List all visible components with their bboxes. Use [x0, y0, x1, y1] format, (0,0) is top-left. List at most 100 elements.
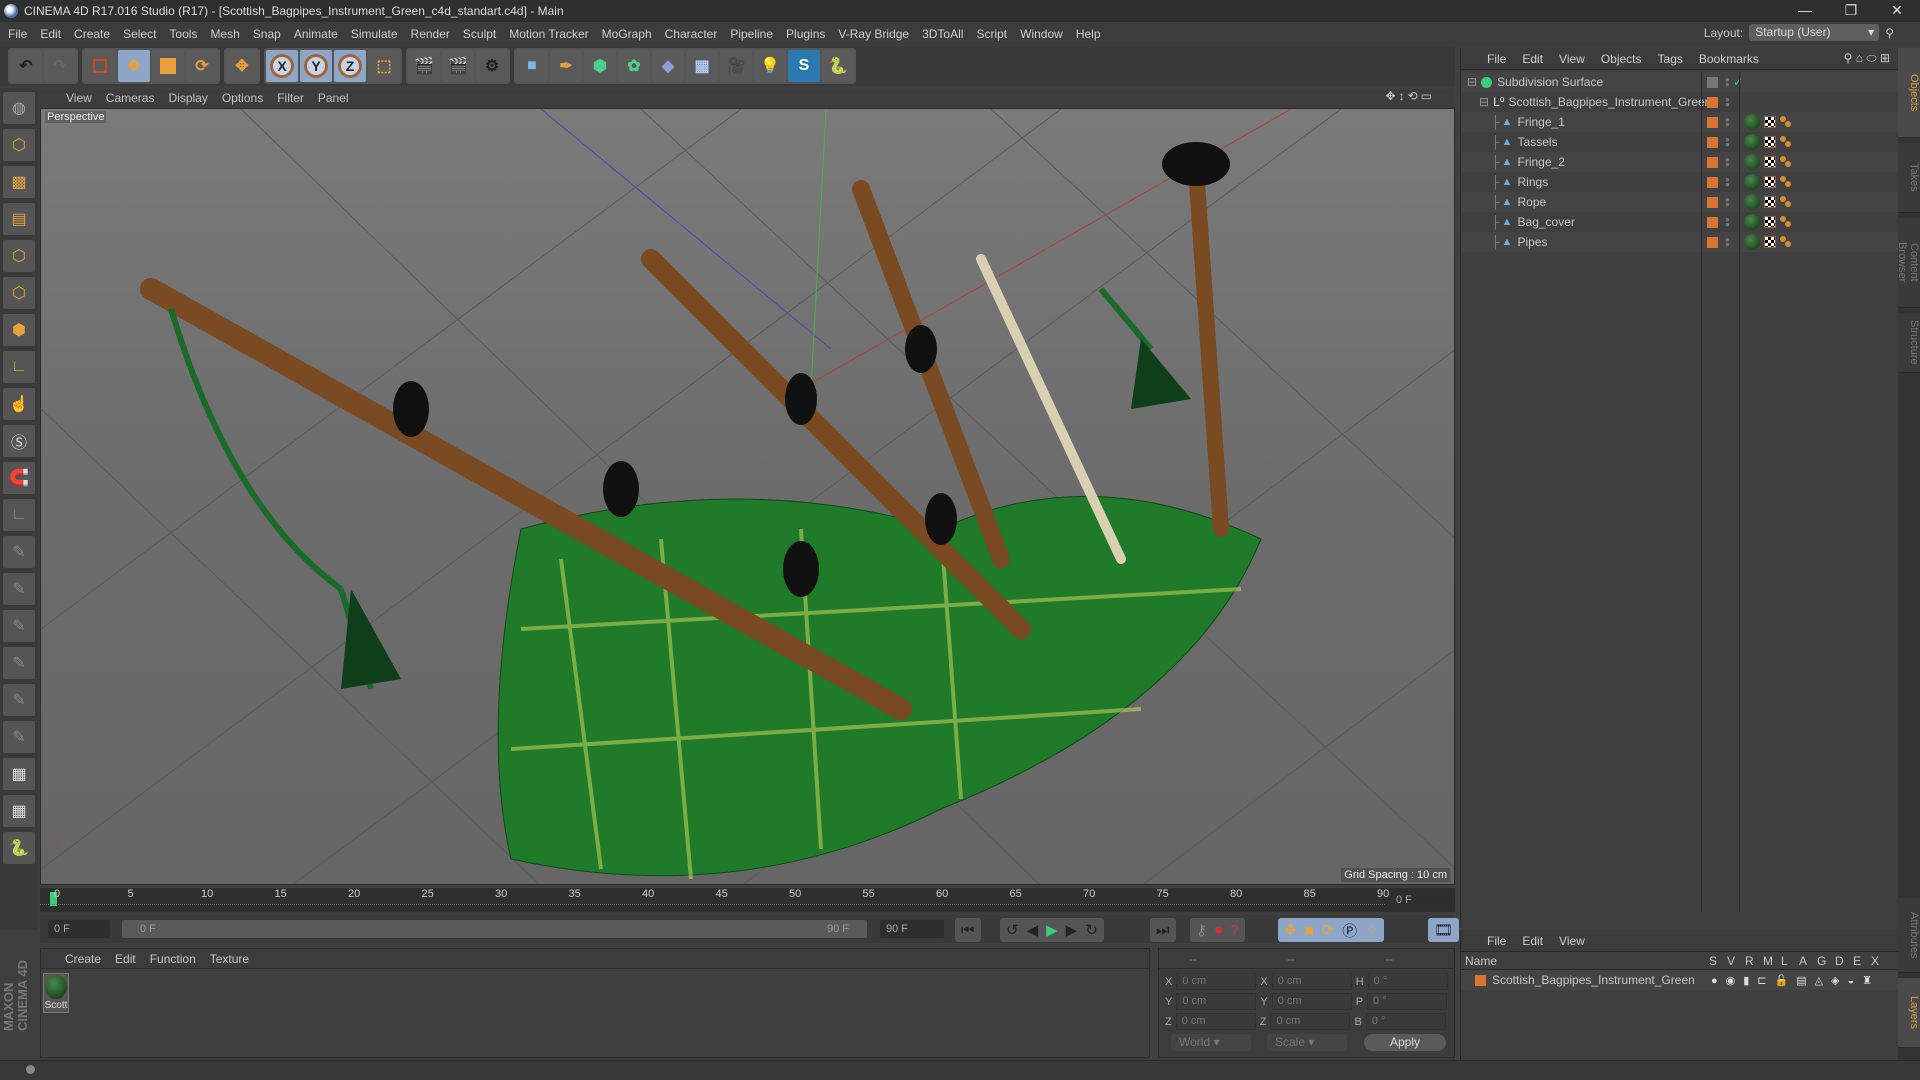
uvw-tag-icon[interactable] [1764, 176, 1776, 188]
model-mode-button[interactable]: ⬡ [3, 129, 35, 161]
uvw-tag-icon[interactable] [1764, 216, 1776, 228]
phong-tag-icon[interactable] [1780, 136, 1792, 148]
layer-column-x[interactable]: X [1871, 954, 1879, 968]
cloner-button[interactable]: ✿ [618, 50, 650, 82]
sculpt-tool-1[interactable]: ✎ [3, 536, 35, 568]
visibility-dots-icon[interactable]: ● ● [1725, 196, 1730, 209]
visibility-dots-icon[interactable]: ● ● [1725, 76, 1730, 89]
workplane-button[interactable]: ▦ [3, 795, 35, 827]
menu-simulate[interactable]: Simulate [351, 27, 398, 41]
key-pla-button[interactable]: ⁘ [1365, 921, 1378, 939]
layer-swatch[interactable] [1707, 96, 1718, 108]
live-selection-tool[interactable] [84, 50, 116, 82]
layer-menu-view[interactable]: View [1559, 934, 1585, 948]
sculpt-tool-4[interactable]: ✎ [3, 647, 35, 679]
menu-plugins[interactable]: Plugins [786, 27, 825, 41]
visibility-dots-icon[interactable]: ● ● [1725, 216, 1730, 229]
end-frame-field[interactable]: 90 F [880, 920, 944, 938]
viewport-menu-display[interactable]: Display [168, 91, 207, 105]
render-settings-button[interactable]: ⚙ [476, 50, 508, 82]
object-manager-tools-icons[interactable]: ⚲ ⌂ ⬭ ⊞ [1844, 51, 1890, 66]
object-menu-view[interactable]: View [1559, 52, 1585, 66]
rotation-p-field[interactable]: 0 ° [1367, 993, 1448, 1010]
sculpt-tool-5[interactable]: ✎ [3, 684, 35, 716]
next-frame-button[interactable]: ▶ [1066, 921, 1078, 939]
phong-tag-icon[interactable] [1780, 176, 1792, 188]
object-row[interactable]: ├ ▲ Rings ● ● [1461, 172, 1898, 192]
visibility-dots-icon[interactable]: ● ● [1725, 156, 1730, 169]
menu-script[interactable]: Script [976, 27, 1007, 41]
object-row[interactable]: ⊟ L⁰ Scottish_Bagpipes_Instrument_Green ● ● [1461, 92, 1898, 112]
redo-button[interactable]: ↷ [44, 50, 76, 82]
layer-column-v[interactable]: V [1727, 954, 1735, 968]
layer-column-l[interactable]: L [1781, 954, 1788, 968]
material-menu-texture[interactable]: Texture [210, 952, 249, 966]
position-z-field[interactable]: 0 cm [1175, 1013, 1256, 1030]
floor-button[interactable]: ▦ [686, 50, 718, 82]
object-menu-file[interactable]: File [1487, 52, 1506, 66]
minimize-button[interactable]: — [1782, 0, 1828, 22]
viewport-perspective[interactable]: Perspective Grid Spacing : 10 cm ⊹ [40, 108, 1455, 885]
light-button[interactable]: 💡 [754, 50, 786, 82]
layer-column-m[interactable]: M [1763, 954, 1773, 968]
apply-button[interactable]: Apply [1364, 1034, 1446, 1051]
menu-character[interactable]: Character [665, 27, 718, 41]
layer-swatch[interactable] [1707, 216, 1718, 228]
viewport-navigation-icons[interactable]: ✥↕⟲▭ [1386, 89, 1435, 103]
sculpt-tool-3[interactable]: ✎ [3, 610, 35, 642]
menu-edit[interactable]: Edit [40, 27, 61, 41]
rotation-b-field[interactable]: 0 ° [1365, 1013, 1446, 1030]
viewport-menu-view[interactable]: View [66, 91, 92, 105]
viewport-menu-options[interactable]: Options [222, 91, 263, 105]
layer-swatch[interactable] [1707, 116, 1718, 128]
key-scale-button[interactable]: ■ [1305, 922, 1314, 939]
search-icon[interactable]: ⚲ [1885, 26, 1894, 40]
phong-tag-icon[interactable] [1780, 196, 1792, 208]
key-position-button[interactable]: ✥ [1284, 921, 1297, 939]
visibility-dots-icon[interactable]: ● ● [1725, 116, 1730, 129]
transform-mode-dropdown[interactable]: Scale ▾ [1267, 1034, 1347, 1051]
menu-render[interactable]: Render [411, 27, 450, 41]
coordinate-space-dropdown[interactable]: World ▾ [1171, 1034, 1251, 1051]
tweak-mode-button[interactable]: ☝ [3, 388, 35, 420]
layer-column-g[interactable]: G [1817, 954, 1826, 968]
menu-create[interactable]: Create [74, 27, 110, 41]
menu-select[interactable]: Select [123, 27, 156, 41]
snap-button[interactable]: 🧲 [3, 462, 35, 494]
polygons-mode-button[interactable]: ⬢ [3, 314, 35, 346]
cube-primitive-button[interactable]: ■ [516, 50, 548, 82]
grid-button[interactable]: ▦ [3, 758, 35, 790]
pen-spline-button[interactable]: ✒ [550, 50, 582, 82]
layer-menu-file[interactable]: File [1487, 934, 1506, 948]
workplane-mode-button[interactable]: ▤ [3, 203, 35, 235]
material-menu-edit[interactable]: Edit [115, 952, 136, 966]
side-tab-attributes[interactable]: Attributes [1898, 898, 1920, 973]
layer-column-r[interactable]: R [1745, 954, 1754, 968]
viewport-menu-filter[interactable]: Filter [277, 91, 304, 105]
z-axis-lock[interactable]: Z [334, 50, 366, 82]
object-row[interactable]: ├ ▲ Bag_cover ● ● [1461, 212, 1898, 232]
points-mode-button[interactable]: ⬡ [3, 240, 35, 272]
material-tag-icon[interactable] [1744, 174, 1760, 190]
visibility-dots-icon[interactable]: ● ● [1725, 236, 1730, 249]
layer-swatch[interactable] [1707, 76, 1718, 88]
key-rotation-button[interactable]: ⟳ [1322, 921, 1335, 939]
visibility-dots-icon[interactable]: ● ● [1725, 136, 1730, 149]
python-button[interactable]: 🐍 [822, 50, 854, 82]
undo-button[interactable]: ↶ [10, 50, 42, 82]
python-icon[interactable]: 🐍 [3, 832, 35, 864]
camera-button[interactable]: 🎥 [720, 50, 752, 82]
object-row[interactable]: ├ ▲ Fringe_2 ● ● [1461, 152, 1898, 172]
x-axis-lock[interactable]: X [266, 50, 298, 82]
side-tab-objects[interactable]: Objects [1898, 48, 1920, 138]
layer-swatch[interactable] [1707, 236, 1718, 248]
side-tab-takes[interactable]: Takes [1898, 143, 1920, 213]
object-row[interactable]: ├ ▲ Fringe_1 ● ● [1461, 112, 1898, 132]
viewport-menu-panel[interactable]: Panel [318, 91, 349, 105]
object-menu-edit[interactable]: Edit [1522, 52, 1543, 66]
subdivision-surface-button[interactable]: ⬢ [584, 50, 616, 82]
viewport-menu-cameras[interactable]: Cameras [106, 91, 155, 105]
plugin-button[interactable]: S [788, 50, 820, 82]
material-tag-icon[interactable] [1744, 234, 1760, 250]
size-x-field[interactable]: 0 cm [1271, 973, 1352, 990]
